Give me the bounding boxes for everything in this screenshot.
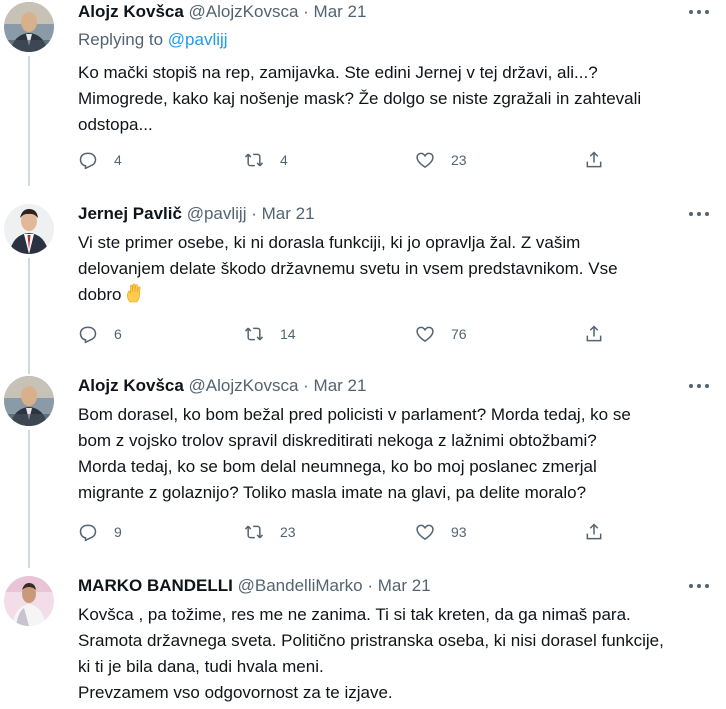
heart-icon [416, 152, 434, 168]
tweet-header: Alojz Kovšca @AlojzKovsca · Mar 21 [78, 0, 366, 24]
tweet-actions: 9 23 93 [78, 520, 638, 544]
reply-count: 9 [114, 524, 122, 540]
like-button[interactable]: 76 [415, 322, 467, 346]
tweet-text: Ko mački stopiš na rep, zamijavka. Ste e… [78, 60, 708, 138]
text-line: Prevzamem vso odgovornost za te izjave. [78, 683, 393, 702]
timestamp[interactable]: Mar 21 [314, 2, 367, 21]
separator: · [303, 2, 309, 21]
text-line: Bom dorasel, ko bom bežal pred policisti… [78, 405, 631, 424]
text-line: Sramota državnega sveta. Politično prist… [78, 631, 664, 650]
timestamp[interactable]: Mar 21 [314, 376, 367, 395]
user-handle[interactable]: @AlojzKovsca [189, 376, 299, 395]
heart-icon [416, 326, 434, 342]
avatar[interactable] [4, 376, 54, 426]
replying-label: Replying to [78, 30, 168, 49]
like-button[interactable]: 23 [415, 148, 467, 172]
reply-count: 4 [114, 152, 122, 168]
replying-to: Replying to @pavlijj [78, 28, 228, 52]
text-line: migrante z golaznijo? Toliko masla imate… [78, 483, 587, 502]
display-name[interactable]: Jernej Pavlič [78, 204, 182, 223]
tweet-text: Kovšca , pa tožime, res me ne zanima. Ti… [78, 602, 708, 706]
retweet-icon [244, 327, 264, 341]
avatar[interactable] [4, 2, 54, 52]
heart-icon [416, 524, 434, 540]
tweet-text: Vi ste primer osebe, ki ni dorasla funkc… [78, 230, 708, 308]
tweet-actions: 4 4 23 [78, 148, 638, 172]
user-handle[interactable]: @pavlijj [187, 204, 247, 223]
avatar[interactable] [4, 576, 54, 626]
text-line: Mimogrede, kako kaj nošenje mask? Že dol… [78, 89, 642, 108]
display-name[interactable]: MARKO BANDELLI [78, 576, 233, 595]
retweet-icon [244, 153, 264, 167]
text-line: delovanjem delate škodo državnemu svetu … [78, 259, 618, 278]
reply-button[interactable]: 4 [78, 148, 122, 172]
more-dots-icon[interactable] [688, 378, 710, 389]
user-handle[interactable]: @AlojzKovsca [189, 2, 299, 21]
text-line: Morda tedaj, ko se bom delal neumnega, k… [78, 457, 597, 476]
like-count: 93 [451, 524, 467, 540]
separator: · [303, 376, 309, 395]
replying-handle-link[interactable]: @pavlijj [168, 30, 228, 49]
retweet-button[interactable]: 4 [244, 148, 288, 172]
reply-icon [79, 326, 97, 344]
text-line: Vi ste primer osebe, ki ni dorasla funkc… [78, 233, 581, 252]
retweet-count: 23 [280, 524, 296, 540]
display-name[interactable]: Alojz Kovšca [78, 376, 184, 395]
more-dots-icon[interactable] [688, 206, 710, 217]
separator: · [367, 576, 374, 595]
share-icon [586, 151, 602, 168]
like-count: 76 [451, 326, 467, 342]
timestamp[interactable]: Mar 21 [378, 576, 431, 595]
reply-button[interactable]: 9 [78, 520, 122, 544]
share-button[interactable] [584, 148, 604, 172]
thread-line [28, 430, 30, 568]
more-dots-icon[interactable] [688, 578, 710, 589]
thread-line [28, 56, 30, 186]
tweet-header: Jernej Pavlič @pavlijj · Mar 21 [78, 202, 315, 226]
separator: · [251, 204, 257, 223]
user-handle[interactable]: @BandelliMarko [238, 576, 363, 595]
text-line-with-emoji: dobro [78, 282, 708, 308]
share-button[interactable] [584, 520, 604, 544]
retweet-button[interactable]: 14 [244, 322, 296, 346]
like-button[interactable]: 93 [415, 520, 467, 544]
share-icon [586, 325, 602, 342]
retweet-button[interactable]: 23 [244, 520, 296, 544]
display-name[interactable]: Alojz Kovšca [78, 2, 184, 21]
tweet-text: Bom dorasel, ko bom bežal pred policisti… [78, 402, 708, 506]
text-line: Kovšca , pa tožime, res me ne zanima. Ti… [78, 605, 631, 624]
thread-line [28, 258, 30, 374]
tweet-header: MARKO BANDELLI @BandelliMarko · Mar 21 [78, 574, 431, 598]
tweet-header: Alojz Kovšca @AlojzKovsca · Mar 21 [78, 374, 366, 398]
raised-hand-emoji [126, 282, 144, 308]
timestamp[interactable]: Mar 21 [262, 204, 315, 223]
retweet-count: 14 [280, 326, 296, 342]
more-dots-icon[interactable] [688, 4, 710, 15]
reply-icon [79, 152, 97, 170]
text-line: dobro [78, 285, 122, 304]
like-count: 23 [451, 152, 467, 168]
reply-button[interactable]: 6 [78, 322, 122, 346]
share-button[interactable] [584, 322, 604, 346]
tweet-thread: Alojz Kovšca @AlojzKovsca · Mar 21 Reply… [0, 0, 726, 709]
retweet-count: 4 [280, 152, 288, 168]
share-icon [586, 523, 602, 540]
reply-icon [79, 524, 97, 542]
avatar[interactable] [4, 204, 54, 254]
text-line: Ko mački stopiš na rep, zamijavka. Ste e… [78, 63, 598, 82]
text-line: bom z vojsko trolov spravil diskreditira… [78, 431, 597, 450]
retweet-icon [244, 525, 264, 539]
tweet-actions: 6 14 76 [78, 322, 638, 346]
text-line: ki ti je bila dana, tudi hvala meni. [78, 657, 324, 676]
text-line: odstopa... [78, 115, 153, 134]
reply-count: 6 [114, 326, 122, 342]
